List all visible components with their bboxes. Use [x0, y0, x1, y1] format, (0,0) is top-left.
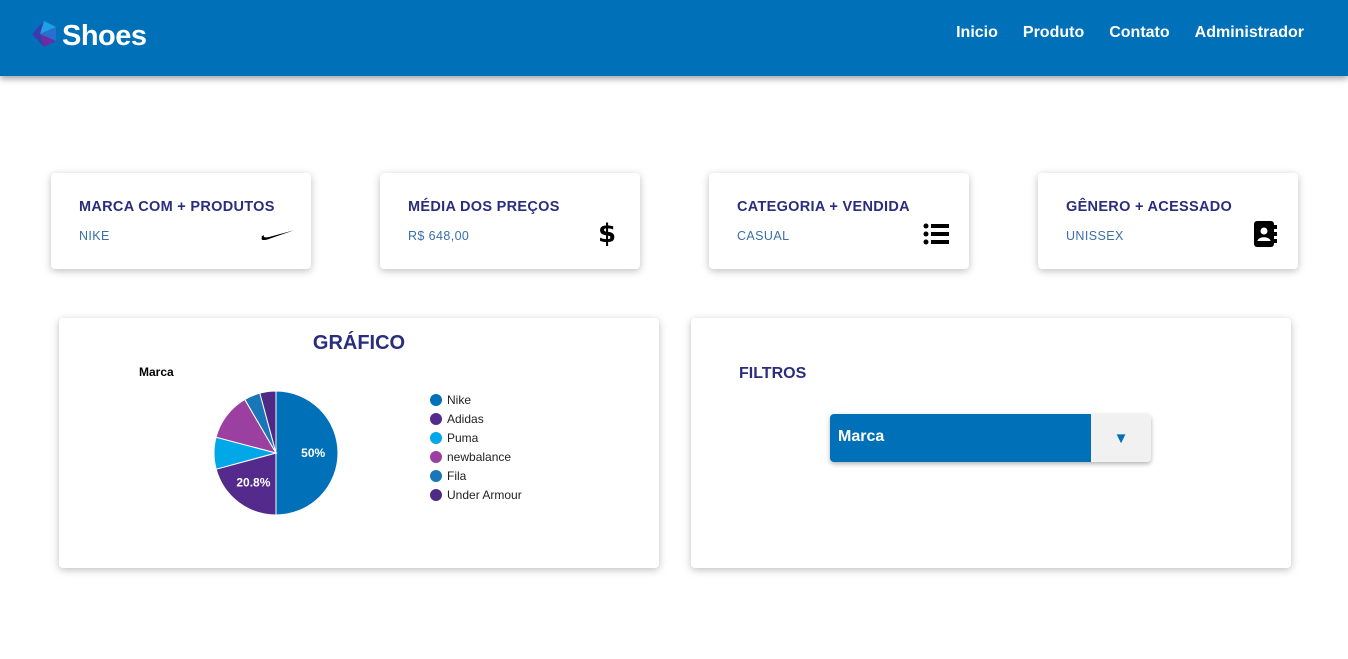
- stat-card-gender: GÊNERO + ACESSADO UNISSEX: [1038, 173, 1298, 269]
- legend-dot: [430, 412, 442, 425]
- legend-label: Fila: [447, 468, 467, 483]
- contact-book-icon: [1248, 221, 1282, 247]
- stat-card-price: MÉDIA DOS PREÇOS R$ 648,00 $: [380, 173, 640, 269]
- legend-item[interactable]: Puma: [430, 428, 522, 447]
- pie-data-label: 20.8%: [236, 476, 270, 490]
- pie-chart: 50% 20.8%: [213, 390, 339, 516]
- card-title: GÊNERO + ACESSADO: [1066, 199, 1233, 215]
- pie-data-label: 50%: [301, 446, 325, 460]
- card-value: CASUAL: [737, 229, 790, 243]
- legend-label: Under Armour: [447, 487, 522, 502]
- legend-label: newbalance: [447, 449, 512, 464]
- main-nav: Inicio Produto Contato Administrador: [956, 24, 1304, 42]
- card-value: R$ 648,00: [408, 229, 470, 243]
- legend-label: Adidas: [447, 411, 484, 426]
- nav-link-inicio[interactable]: Inicio: [956, 24, 998, 42]
- card-value: NIKE: [79, 229, 110, 243]
- top-navbar: Shoes Inicio Produto Contato Administrad…: [0, 0, 1348, 76]
- nav-link-contato[interactable]: Contato: [1109, 24, 1169, 42]
- shoe-logo-icon: [30, 19, 60, 54]
- select-value: Marca: [830, 414, 1091, 462]
- nav-link-administrador[interactable]: Administrador: [1195, 24, 1304, 42]
- legend-label: Nike: [447, 392, 472, 407]
- legend-dot: [430, 393, 442, 406]
- legend-item[interactable]: newbalance: [430, 447, 522, 466]
- filters-title: FILTROS: [739, 365, 807, 382]
- chart-legend: Nike Adidas Puma newbalance Fila Under Armour: [430, 390, 522, 504]
- legend-dot: [430, 469, 442, 482]
- triangle-down-icon[interactable]: ▼: [1091, 414, 1151, 462]
- legend-item[interactable]: Fila: [430, 466, 522, 485]
- brand-logo[interactable]: Shoes: [30, 18, 147, 54]
- legend-dot: [430, 450, 442, 463]
- dollar-icon: $: [597, 219, 617, 249]
- card-title: MÉDIA DOS PREÇOS: [408, 199, 560, 215]
- card-value: UNISSEX: [1066, 229, 1124, 243]
- nav-link-produto[interactable]: Produto: [1023, 24, 1084, 42]
- brand-filter-select[interactable]: Marca ▼: [830, 414, 1151, 462]
- legend-dot: [430, 488, 442, 501]
- card-title: CATEGORIA + VENDIDA: [737, 199, 910, 215]
- filters-panel: FILTROS Marca ▼: [691, 318, 1291, 568]
- chart-panel: GRÁFICO Marca 50% 20.8% Nike Adidas Puma new…: [59, 318, 659, 568]
- stat-card-category: CATEGORIA + VENDIDA CASUAL: [709, 173, 969, 269]
- legend-item[interactable]: Under Armour: [430, 485, 522, 504]
- stat-card-brand: MARCA COM + PRODUTOS NIKE: [51, 173, 311, 269]
- nike-swoosh-icon: [261, 221, 295, 247]
- legend-item[interactable]: Nike: [430, 390, 522, 409]
- legend-item[interactable]: Adidas: [430, 409, 522, 428]
- card-title: MARCA COM + PRODUTOS: [79, 199, 275, 215]
- brand-name: Shoes: [62, 19, 147, 52]
- legend-label: Puma: [447, 430, 479, 445]
- legend-dot: [430, 431, 442, 444]
- list-icon: [919, 221, 953, 247]
